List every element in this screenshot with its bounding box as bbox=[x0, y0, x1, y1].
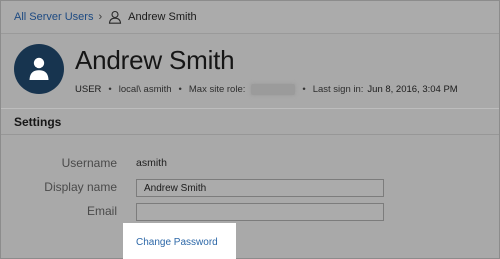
meta-separator: • bbox=[302, 83, 306, 95]
meta-separator: • bbox=[108, 83, 112, 95]
user-page: All Server Users › Andrew Smith Andrew S… bbox=[0, 0, 500, 259]
settings-divider bbox=[1, 134, 499, 135]
last-signin-label: Last sign in: bbox=[312, 83, 364, 95]
header-divider bbox=[1, 108, 499, 109]
display-name-field[interactable] bbox=[136, 179, 384, 197]
email-label: Email bbox=[86, 204, 117, 218]
username-value: asmith bbox=[136, 157, 167, 169]
username-label: Username bbox=[61, 156, 117, 170]
user-silhouette-icon bbox=[29, 57, 49, 80]
user-meta: USER • local\ asmith • Max site role: • … bbox=[75, 82, 458, 96]
max-site-role-label: Max site role: bbox=[188, 83, 246, 95]
breadcrumb-current: Andrew Smith bbox=[128, 11, 197, 23]
user-login-name: local\ asmith bbox=[118, 83, 172, 95]
user-role: USER bbox=[75, 83, 102, 95]
display-name-label: Display name bbox=[44, 180, 117, 194]
last-signin-value: Jun 8, 2016, 3:04 PM bbox=[367, 83, 458, 95]
email-field[interactable] bbox=[136, 203, 384, 221]
meta-separator: • bbox=[178, 83, 182, 95]
user-outline-icon bbox=[108, 10, 122, 24]
max-site-role-value-redacted bbox=[251, 83, 296, 95]
breadcrumb: All Server Users › Andrew Smith bbox=[1, 1, 499, 34]
avatar bbox=[14, 44, 64, 94]
breadcrumb-separator: › bbox=[98, 11, 103, 23]
user-name-heading: Andrew Smith bbox=[75, 45, 235, 75]
change-password-link[interactable]: Change Password bbox=[136, 237, 218, 248]
settings-heading: Settings bbox=[14, 115, 62, 129]
breadcrumb-all-server-users[interactable]: All Server Users bbox=[14, 11, 93, 23]
